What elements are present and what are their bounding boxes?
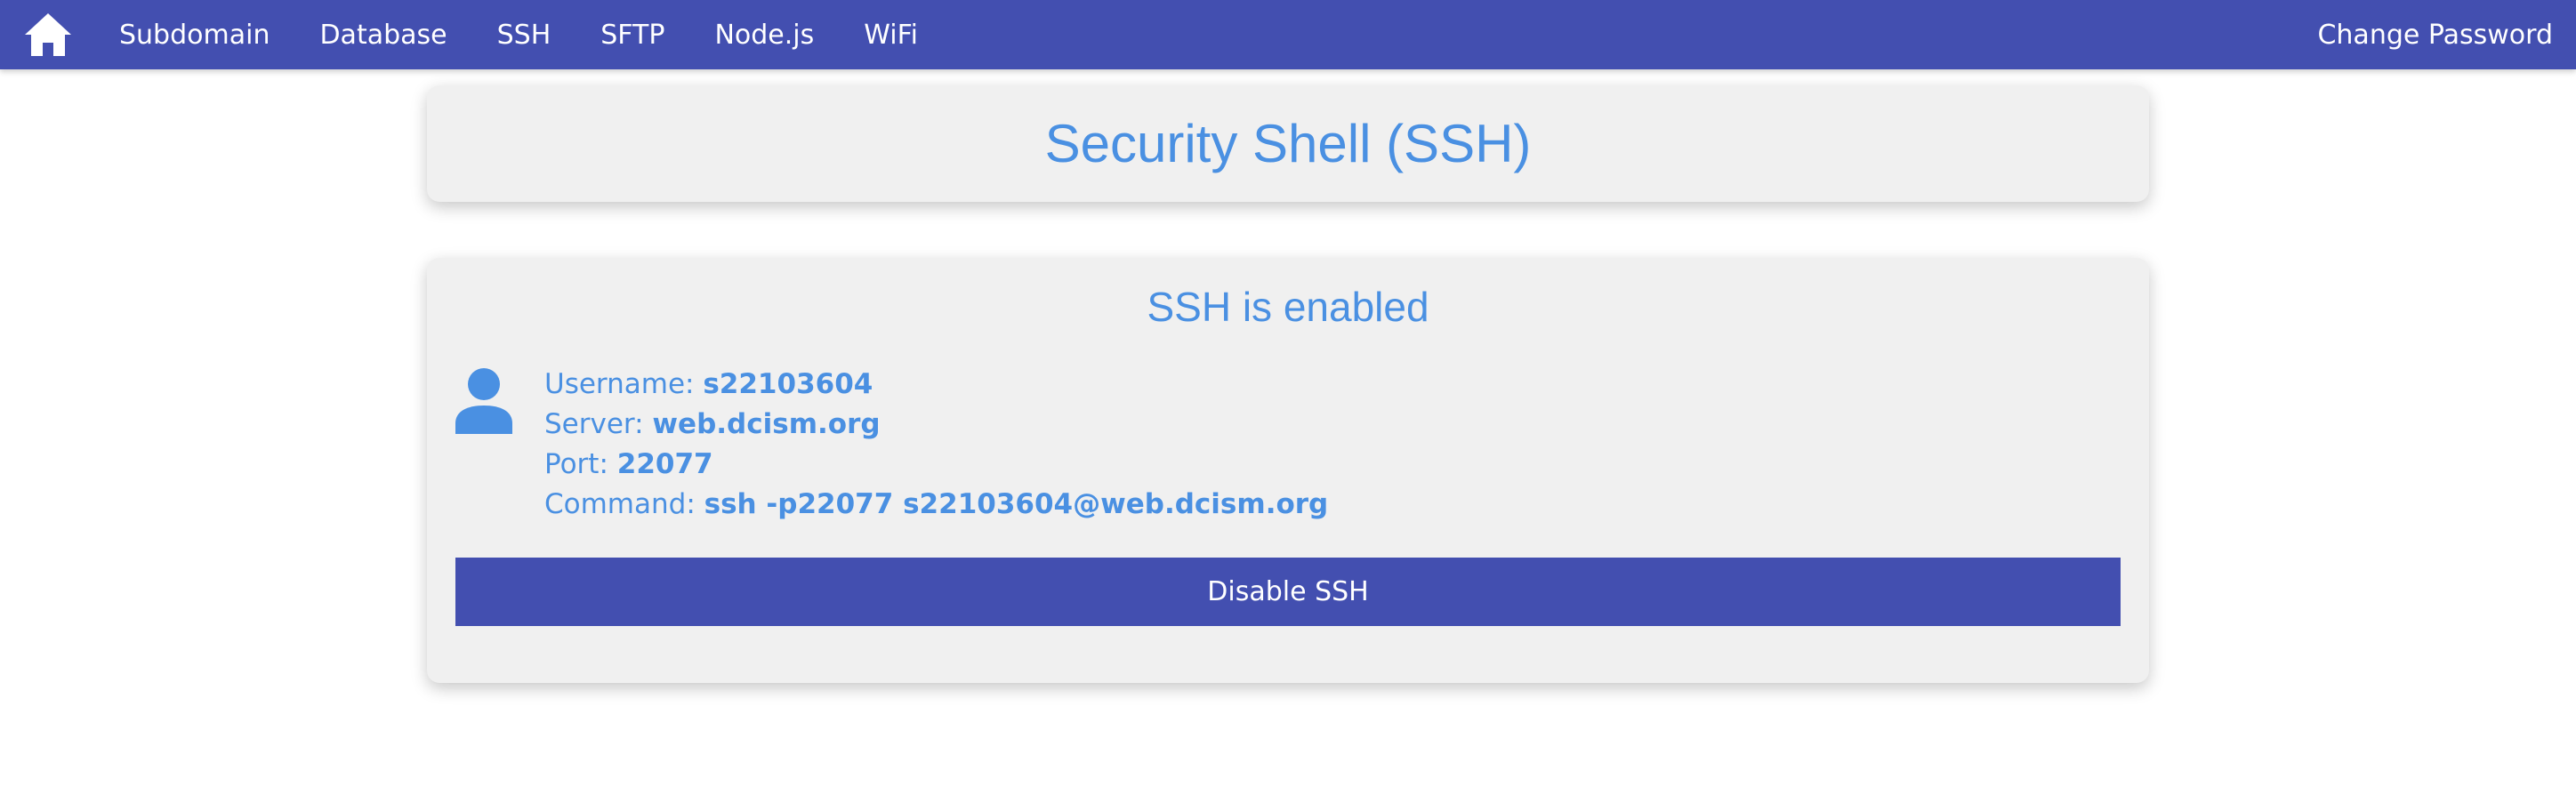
server-label: Server: bbox=[544, 408, 644, 440]
nav-item-ssh[interactable]: SSH bbox=[497, 20, 551, 51]
ssh-status-card: SSH is enabled Username: s22103604 Serve… bbox=[427, 258, 2149, 683]
port-row: Port: 22077 bbox=[544, 445, 1328, 485]
command-label: Command: bbox=[544, 488, 696, 520]
top-navbar: Subdomain Database SSH SFTP Node.js WiFi… bbox=[0, 0, 2576, 69]
username-label: Username: bbox=[544, 368, 695, 400]
ssh-status-heading: SSH is enabled bbox=[1147, 284, 1429, 330]
username-value: s22103604 bbox=[703, 368, 873, 400]
home-icon bbox=[25, 13, 71, 56]
change-password-link[interactable]: Change Password bbox=[2317, 20, 2553, 51]
server-row: Server: web.dcism.org bbox=[544, 405, 1328, 445]
nav-item-nodejs[interactable]: Node.js bbox=[714, 20, 814, 51]
user-icon bbox=[455, 368, 512, 434]
home-button[interactable] bbox=[23, 10, 73, 60]
ssh-details: Username: s22103604 Server: web.dcism.or… bbox=[544, 365, 1328, 525]
nav-menu: Subdomain Database SSH SFTP Node.js WiFi bbox=[119, 20, 2317, 51]
nav-item-wifi[interactable]: WiFi bbox=[864, 20, 918, 51]
username-row: Username: s22103604 bbox=[544, 365, 1328, 405]
title-card: Security Shell (SSH) bbox=[427, 85, 2149, 202]
page-title: Security Shell (SSH) bbox=[1044, 114, 1532, 173]
port-value: 22077 bbox=[616, 448, 713, 480]
port-label: Port: bbox=[544, 448, 608, 480]
nav-item-database[interactable]: Database bbox=[319, 20, 447, 51]
server-value: web.dcism.org bbox=[652, 408, 881, 440]
nav-item-sftp[interactable]: SFTP bbox=[600, 20, 664, 51]
disable-ssh-button[interactable]: Disable SSH bbox=[455, 558, 2121, 626]
nav-item-subdomain[interactable]: Subdomain bbox=[119, 20, 270, 51]
command-value: ssh -p22077 s22103604@web.dcism.org bbox=[704, 488, 1329, 520]
command-row: Command: ssh -p22077 s22103604@web.dcism… bbox=[544, 485, 1328, 525]
